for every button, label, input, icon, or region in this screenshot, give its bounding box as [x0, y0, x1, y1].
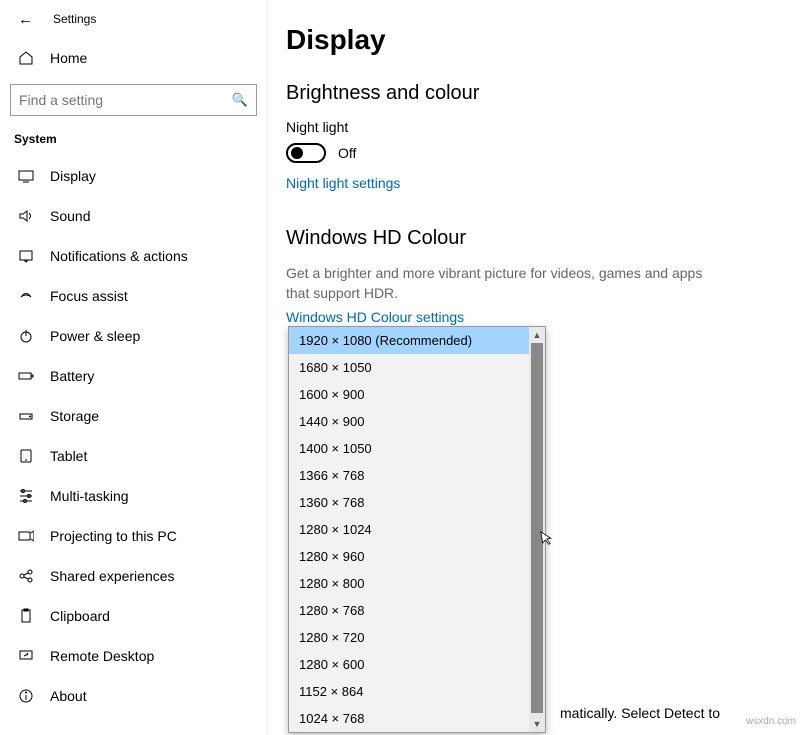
search-field[interactable] — [19, 92, 232, 108]
sidebar-item-label: Battery — [50, 368, 94, 384]
sidebar-item-label: About — [50, 688, 87, 704]
sidebar-item-focus[interactable]: Focus assist — [0, 276, 267, 316]
hd-colour-section-title: Windows HD Colour — [286, 227, 782, 250]
night-light-label: Night light — [286, 119, 782, 135]
resolution-option[interactable]: 1440 × 900 — [289, 408, 529, 435]
night-light-state: Off — [338, 145, 356, 161]
resolution-option[interactable]: 1280 × 800 — [289, 570, 529, 597]
resolution-option[interactable]: 1680 × 1050 — [289, 354, 529, 381]
tablet-icon — [18, 448, 34, 464]
scroll-up-icon[interactable]: ▲ — [529, 327, 545, 343]
search-input[interactable]: 🔍 — [10, 84, 257, 116]
sidebar-item-label: Clipboard — [50, 608, 110, 624]
sidebar-item-sound[interactable]: Sound — [0, 196, 267, 236]
about-icon — [18, 688, 34, 704]
focus-icon — [18, 288, 34, 304]
sidebar-item-projecting[interactable]: Projecting to this PC — [0, 516, 267, 556]
night-light-settings-link[interactable]: Night light settings — [286, 175, 400, 191]
resolution-option[interactable]: 1280 × 720 — [289, 624, 529, 651]
resolution-option[interactable]: 1280 × 600 — [289, 651, 529, 678]
resolution-option[interactable]: 1152 × 864 — [289, 678, 529, 705]
sidebar-item-tablet[interactable]: Tablet — [0, 436, 267, 476]
dropdown-scrollbar[interactable]: ▲ ▼ — [529, 327, 545, 732]
scroll-thumb[interactable] — [531, 343, 543, 713]
sidebar-item-display[interactable]: Display — [0, 156, 267, 196]
sound-icon — [18, 208, 34, 224]
hd-colour-settings-link[interactable]: Windows HD Colour settings — [286, 309, 464, 325]
sidebar: ← Settings Home 🔍 System Display Sound N… — [0, 0, 268, 735]
projecting-icon — [18, 528, 34, 544]
sidebar-item-label: Storage — [50, 408, 99, 424]
resolution-option[interactable]: 1360 × 768 — [289, 489, 529, 516]
power-icon — [18, 328, 34, 344]
sidebar-item-label: Tablet — [50, 448, 87, 464]
brightness-section-title: Brightness and colour — [286, 82, 782, 105]
sidebar-item-label: Notifications & actions — [50, 248, 188, 264]
sidebar-item-multitasking[interactable]: Multi-tasking — [0, 476, 267, 516]
resolution-option[interactable]: 1366 × 768 — [289, 462, 529, 489]
resolution-option[interactable]: 1280 × 768 — [289, 597, 529, 624]
sidebar-item-label: Power & sleep — [50, 328, 140, 344]
home-row[interactable]: Home — [0, 38, 267, 78]
sidebar-item-label: Shared experiences — [50, 568, 175, 584]
sidebar-item-shared[interactable]: Shared experiences — [0, 556, 267, 596]
shared-icon — [18, 568, 34, 584]
sidebar-item-label: Remote Desktop — [50, 648, 154, 664]
resolution-option[interactable]: 1024 × 768 — [289, 705, 529, 732]
resolution-option[interactable]: 1280 × 1024 — [289, 516, 529, 543]
sidebar-item-label: Sound — [50, 208, 90, 224]
sidebar-item-storage[interactable]: Storage — [0, 396, 267, 436]
sidebar-item-about[interactable]: About — [0, 676, 267, 716]
sidebar-item-remote[interactable]: Remote Desktop — [0, 636, 267, 676]
sidebar-item-label: Projecting to this PC — [50, 528, 177, 544]
notifications-icon — [18, 248, 34, 264]
home-icon — [18, 50, 34, 66]
sidebar-item-notifications[interactable]: Notifications & actions — [0, 236, 267, 276]
resolution-option[interactable]: 1920 × 1080 (Recommended) — [289, 327, 529, 354]
sidebar-item-label: Multi-tasking — [50, 488, 129, 504]
category-label: System — [0, 132, 267, 146]
battery-icon — [18, 368, 34, 384]
night-light-toggle[interactable] — [286, 143, 326, 163]
resolution-option[interactable]: 1600 × 900 — [289, 381, 529, 408]
sidebar-item-battery[interactable]: Battery — [0, 356, 267, 396]
watermark: wsxdn.com — [746, 716, 796, 727]
titlebar: ← Settings — [0, 0, 267, 38]
truncated-help-text: matically. Select Detect to — [560, 705, 720, 721]
resolution-dropdown[interactable]: 1920 × 1080 (Recommended)1680 × 10501600… — [288, 326, 546, 733]
clipboard-icon — [18, 608, 34, 624]
sidebar-item-label: Focus assist — [50, 288, 128, 304]
multitasking-icon — [18, 488, 34, 504]
search-icon: 🔍 — [232, 92, 248, 108]
window-title: Settings — [53, 12, 96, 26]
hd-colour-desc: Get a brighter and more vibrant picture … — [286, 264, 706, 303]
sidebar-item-label: Display — [50, 168, 96, 184]
resolution-option[interactable]: 1400 × 1050 — [289, 435, 529, 462]
sidebar-item-power[interactable]: Power & sleep — [0, 316, 267, 356]
remote-icon — [18, 648, 34, 664]
resolution-option[interactable]: 1280 × 960 — [289, 543, 529, 570]
scroll-down-icon[interactable]: ▼ — [529, 716, 545, 732]
mouse-cursor-icon — [538, 529, 557, 552]
back-icon[interactable]: ← — [18, 11, 33, 28]
storage-icon — [18, 408, 34, 424]
display-icon — [18, 168, 34, 184]
sidebar-item-clipboard[interactable]: Clipboard — [0, 596, 267, 636]
home-label: Home — [50, 50, 87, 66]
page-title: Display — [286, 24, 782, 56]
